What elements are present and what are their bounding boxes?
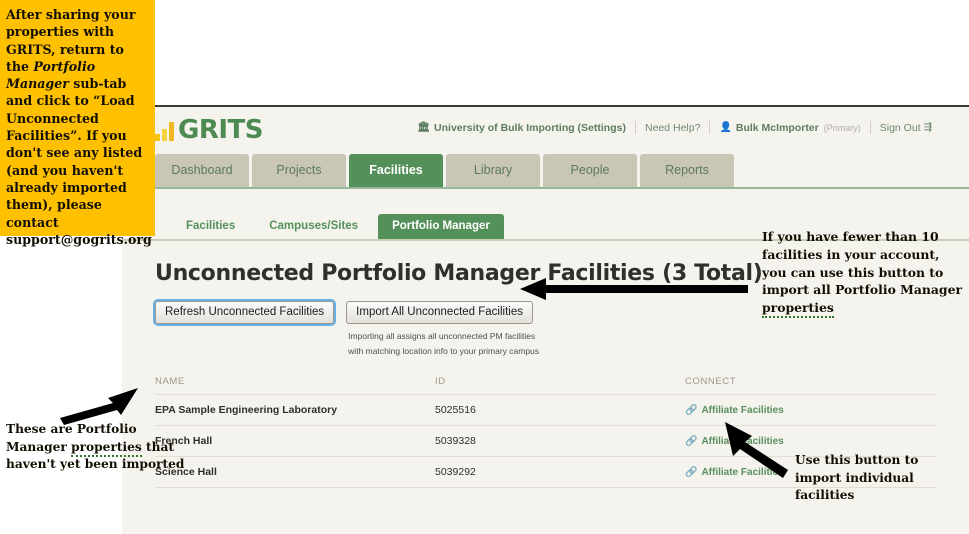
- nav-sign-out-label: Sign Out: [879, 121, 921, 134]
- annotation-bottom-left-spell: properties: [71, 439, 142, 457]
- annotation-bottom-right: Use this button to import individual fac…: [795, 453, 919, 503]
- subtab-portfolio-manager[interactable]: Portfolio Manager: [378, 214, 504, 239]
- nav-need-help-label: Need Help?: [644, 121, 701, 134]
- affiliate-facilities-link[interactable]: 🔗 Affiliate Facilities: [685, 405, 784, 416]
- cell-facility-name: EPA Sample Engineering Laboratory: [155, 394, 435, 426]
- affiliate-facilities-label: Affiliate Facilities: [701, 405, 784, 416]
- nav-user-label: Bulk McImporter: [735, 121, 819, 134]
- nav-sign-out[interactable]: Sign Out ⇶: [871, 122, 941, 134]
- annotation-top-left-part2: sub-tab and click to “Load Unconnected F…: [6, 76, 152, 247]
- subtab-facilities[interactable]: Facilities: [172, 214, 249, 239]
- table-header-row: NAME ID CONNECT: [155, 376, 936, 395]
- tab-projects[interactable]: Projects: [252, 154, 346, 187]
- nav-need-help[interactable]: Need Help?: [636, 122, 709, 134]
- arrow-pointing-to-facility-rows: [60, 388, 138, 425]
- import-helper-line-2: with matching location info to your prim…: [348, 346, 540, 356]
- annotation-right-spell: properties: [762, 300, 834, 319]
- import-helper-line-1: Importing all assigns all unconnected PM…: [348, 331, 536, 341]
- tab-library[interactable]: Library: [446, 154, 540, 187]
- import-all-group: Import All Unconnected Facilities Import…: [346, 301, 539, 359]
- link-icon: 🔗: [685, 436, 698, 447]
- import-all-unconnected-facilities-button[interactable]: Import All Unconnected Facilities: [346, 301, 533, 324]
- annotation-bottom-left: These are Portfolio Manager properties t…: [6, 421, 186, 474]
- nav-user[interactable]: 👤 Bulk McImporter (Primary): [710, 122, 869, 134]
- column-header-name: NAME: [155, 376, 435, 395]
- tab-facilities[interactable]: Facilities: [349, 154, 443, 187]
- tab-reports[interactable]: Reports: [640, 154, 734, 187]
- nav-organization[interactable]: 🏛 University of Bulk Importing (Settings…: [408, 122, 635, 134]
- cell-facility-id: 5039328: [435, 425, 685, 457]
- bank-icon: 🏛: [417, 122, 431, 133]
- app-header: GRITS 🏛 University of Bulk Importing (Se…: [122, 107, 969, 154]
- tab-dashboard[interactable]: Dashboard: [155, 154, 249, 187]
- sign-out-icon: ⇶: [923, 122, 932, 133]
- cell-facility-id: 5039292: [435, 456, 685, 488]
- import-helper-text: Importing all assigns all unconnected PM…: [348, 329, 539, 359]
- tab-people[interactable]: People: [543, 154, 637, 187]
- column-header-id: ID: [435, 376, 685, 395]
- cell-facility-name: Science Hall: [155, 456, 435, 488]
- link-icon: 🔗: [685, 405, 698, 416]
- main-tab-bar: Dashboard Projects Facilities Library Pe…: [122, 154, 969, 189]
- link-icon: 🔗: [685, 467, 698, 478]
- cell-facility-id: 5025516: [435, 394, 685, 426]
- bar-chart-icon: [155, 122, 176, 141]
- arrow-pointing-to-affiliate-link: [725, 422, 788, 478]
- arrow-pointing-to-import-all-button: [520, 278, 748, 300]
- annotation-right-part1: If you have fewer than 10 facilities in …: [762, 229, 963, 298]
- user-icon: 👤: [719, 122, 732, 133]
- nav-user-primary-tag: (Primary): [823, 122, 861, 133]
- cell-facility-name: French Hall: [155, 425, 435, 457]
- nav-organization-label: University of Bulk Importing (Settings): [434, 121, 626, 134]
- annotation-top-left: After sharing your properties with GRITS…: [0, 0, 155, 247]
- header-nav: 🏛 University of Bulk Importing (Settings…: [408, 121, 941, 134]
- refresh-unconnected-facilities-button[interactable]: Refresh Unconnected Facilities: [152, 299, 337, 326]
- column-header-connect: CONNECT: [685, 376, 936, 395]
- logo-text: GRITS: [178, 115, 264, 145]
- grits-logo[interactable]: GRITS: [155, 115, 264, 145]
- table-header: NAME ID CONNECT: [155, 376, 936, 395]
- subtab-campuses-sites[interactable]: Campuses/Sites: [255, 214, 372, 239]
- table-row: EPA Sample Engineering Laboratory 502551…: [155, 394, 936, 426]
- annotation-right: If you have fewer than 10 facilities in …: [762, 228, 967, 319]
